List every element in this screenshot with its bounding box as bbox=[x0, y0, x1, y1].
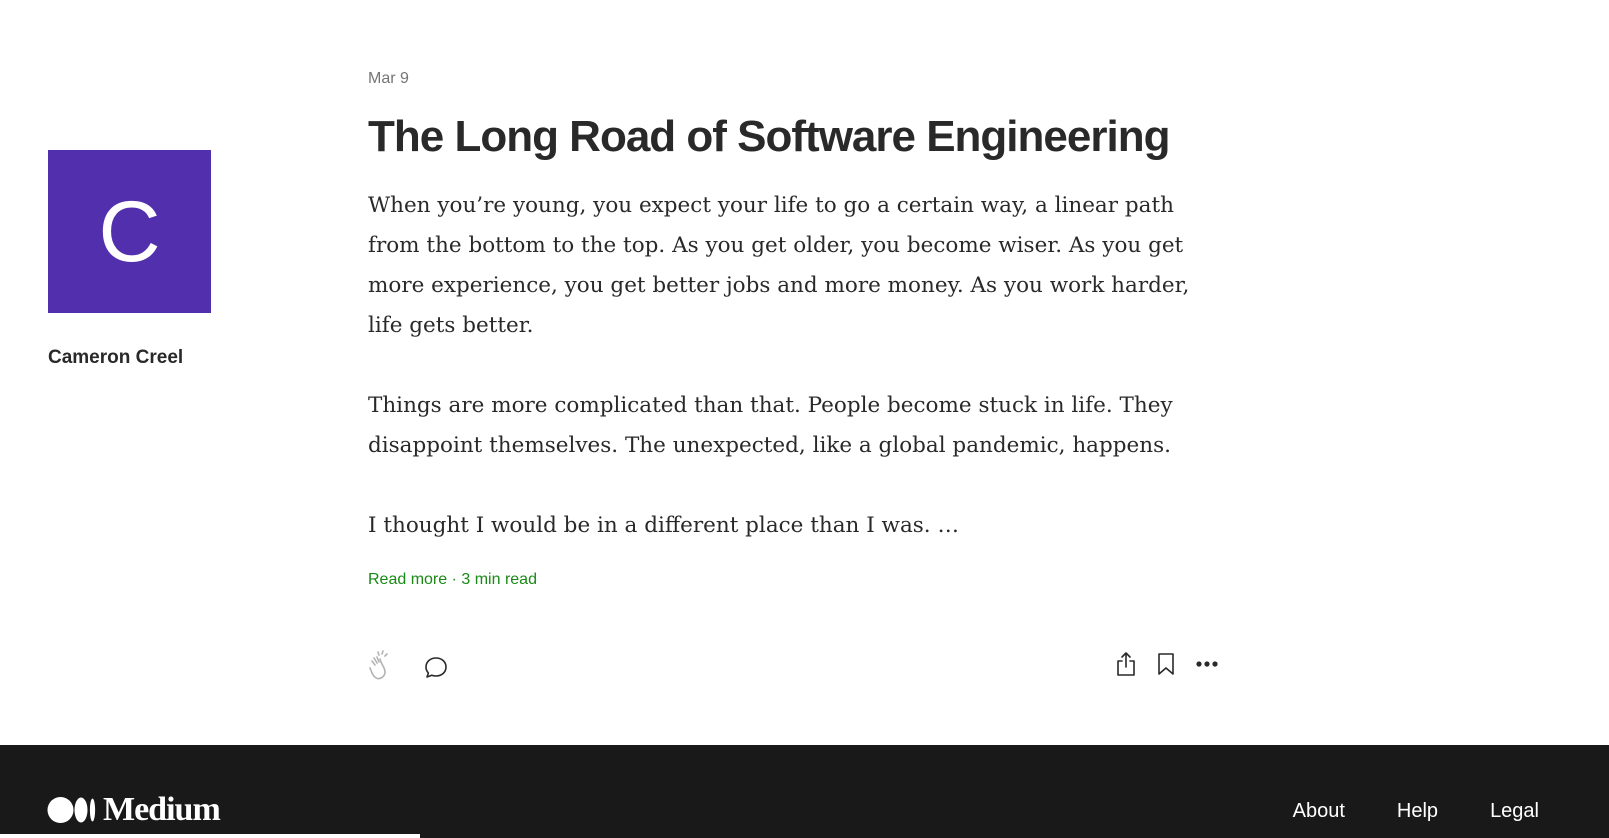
medium-logo[interactable]: Medium bbox=[47, 791, 221, 829]
medium-logo-icon bbox=[47, 797, 96, 823]
article-excerpt[interactable]: When you’re young, you expect your life … bbox=[368, 186, 1228, 546]
footer-link-help[interactable]: Help bbox=[1397, 800, 1438, 823]
article-preview: Mar 9 The Long Road of Software Engineer… bbox=[368, 68, 1228, 589]
footer-links: About Help Legal bbox=[1293, 800, 1539, 823]
separator: · bbox=[447, 571, 462, 588]
footer-link-legal[interactable]: Legal bbox=[1490, 800, 1539, 823]
article-actions bbox=[368, 648, 1220, 688]
horizontal-scrollbar[interactable] bbox=[0, 834, 420, 838]
avatar[interactable]: C bbox=[48, 150, 211, 313]
clap-icon[interactable] bbox=[366, 650, 398, 682]
bookmark-icon[interactable] bbox=[1150, 648, 1182, 680]
article-date: Mar 9 bbox=[368, 70, 409, 87]
share-icon[interactable] bbox=[1110, 648, 1142, 680]
article-title[interactable]: The Long Road of Software Engineering bbox=[368, 110, 1228, 164]
excerpt-paragraph: Things are more complicated than that. P… bbox=[368, 393, 1173, 458]
comment-icon[interactable] bbox=[420, 652, 452, 684]
excerpt-paragraph: When you’re young, you expect your life … bbox=[368, 193, 1190, 338]
author-panel: C Cameron Creel bbox=[48, 150, 211, 369]
site-footer: Medium About Help Legal bbox=[0, 745, 1609, 838]
read-more-link[interactable]: Read more bbox=[368, 571, 447, 588]
footer-link-about[interactable]: About bbox=[1293, 800, 1345, 823]
author-name[interactable]: Cameron Creel bbox=[48, 347, 211, 369]
avatar-letter: C bbox=[98, 183, 161, 280]
read-more-line: Read more · 3 min read bbox=[368, 571, 1228, 589]
medium-wordmark: Medium bbox=[103, 791, 221, 828]
excerpt-paragraph: I thought I would be in a different plac… bbox=[368, 513, 959, 538]
read-time: 3 min read bbox=[461, 571, 537, 588]
more-icon[interactable] bbox=[1191, 648, 1223, 680]
